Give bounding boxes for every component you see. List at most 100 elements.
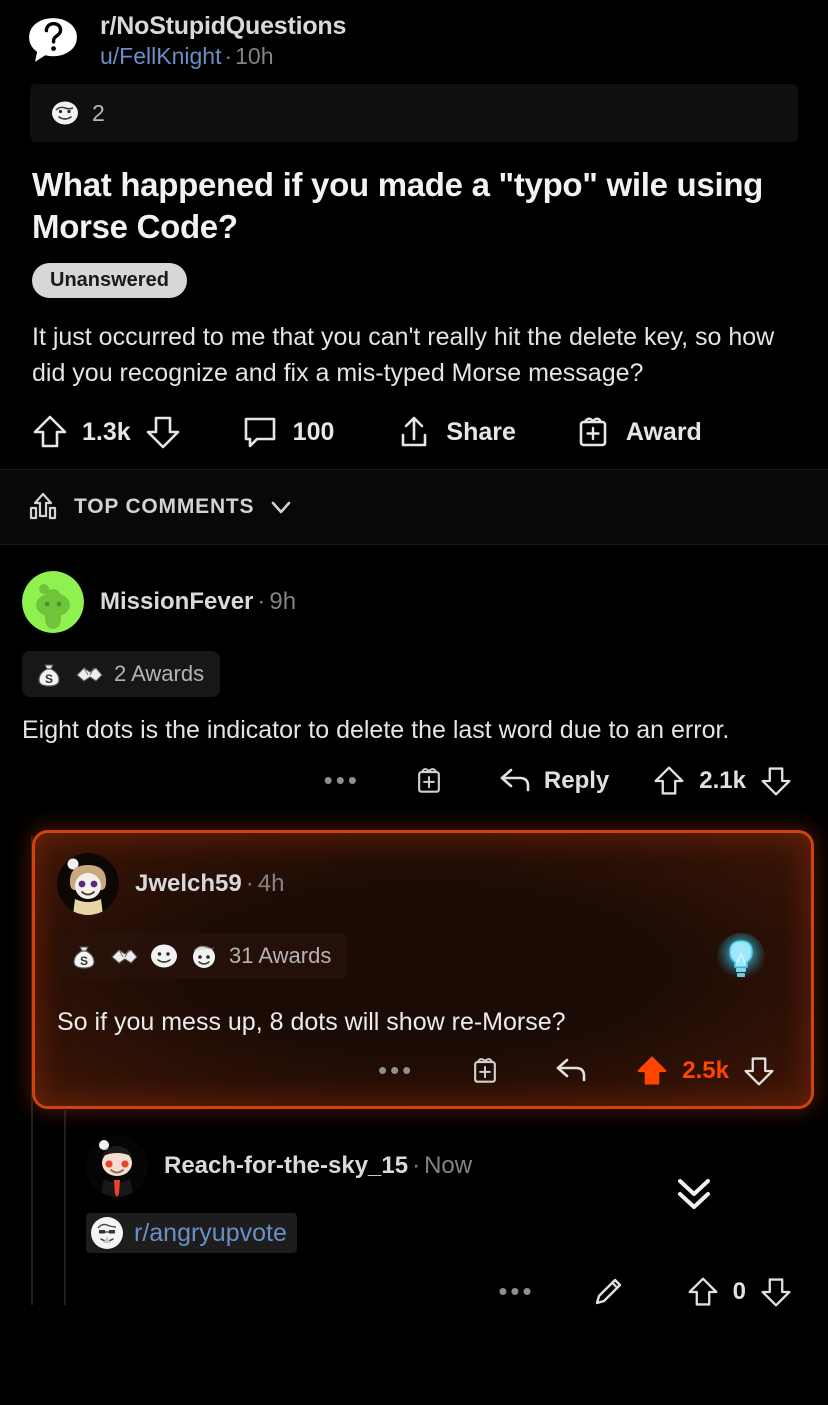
avatar[interactable]: [86, 1135, 148, 1198]
comment-author[interactable]: MissionFever: [100, 588, 253, 615]
post-award-label: Award: [625, 417, 702, 446]
comment-vote-group: 2.1k: [653, 764, 792, 798]
separator-dot: ·: [257, 588, 266, 616]
comment-jwelch59-wrapper: Jwelch59 · 4h S 31 Awards So if you mess…: [32, 830, 814, 1110]
subreddit-link[interactable]: r/angryupvote: [86, 1213, 297, 1254]
handshake-award-icon: [76, 667, 103, 682]
more-dots-icon[interactable]: •••: [324, 768, 360, 793]
question-speech-bubble-icon: [26, 15, 80, 67]
comment-score: 0: [732, 1278, 746, 1306]
pencil-edit-icon[interactable]: [591, 1275, 625, 1309]
separator-dot: ·: [412, 1152, 421, 1180]
comments-list: MissionFever · 9h S 2 Awards Eight dots is…: [0, 545, 828, 1309]
comment-action-bar: ••• Reply 2.1k: [22, 748, 828, 816]
comment-author-line: Jwelch59 · 4h: [135, 870, 284, 898]
comment-awards-pill[interactable]: S 2 Awards: [22, 651, 221, 698]
comment-body: Eight dots is the indicator to delete th…: [22, 716, 730, 745]
double-chevron-down-icon: [678, 1179, 710, 1210]
comment-header: Jwelch59 · 4h: [57, 853, 789, 916]
money-bag-award-icon: S: [38, 664, 60, 687]
post-author[interactable]: u/FellKnight: [100, 43, 221, 69]
sort-top-icon: [29, 493, 57, 520]
downvote-arrow-icon[interactable]: [743, 1054, 775, 1088]
award-gift-icon: [579, 417, 607, 447]
comment-action-bar: ••• 0: [86, 1255, 828, 1309]
handshake-award-icon: [111, 949, 138, 964]
post-title: What happened if you made a "typo" wile …: [32, 166, 764, 245]
sort-label: TOP COMMENTS: [74, 495, 255, 519]
chevron-down-icon: [272, 501, 291, 514]
reply-arrow-icon: [500, 768, 530, 792]
post-award-count: 2: [92, 99, 105, 126]
comment-timestamp: 4h: [257, 870, 285, 898]
comment-header: MissionFever · 9h: [22, 571, 828, 634]
comment-timestamp: 9h: [269, 588, 297, 616]
comment-missionfever: MissionFever · 9h S 2 Awards Eight dots is…: [0, 545, 828, 816]
svg-text:S: S: [45, 672, 53, 686]
comment-awards-count: 2 Awards: [114, 661, 205, 687]
downvote-arrow-icon[interactable]: [760, 1275, 792, 1309]
hooded-snoo-avatar: [57, 853, 119, 916]
helpful-award-icon: [193, 945, 215, 969]
post-timestamp: 10h: [235, 43, 274, 70]
post-score: 1.3k: [82, 417, 131, 446]
comment-bubble-icon: [244, 417, 275, 448]
post-header: r/NoStupidQuestions u/FellKnight · 10h: [0, 0, 828, 80]
upvote-arrow-icon[interactable]: [687, 1275, 719, 1309]
post-share-button[interactable]: Share: [396, 413, 516, 451]
comment-author[interactable]: Reach-for-the-sky_15: [164, 1152, 408, 1179]
downvote-arrow-icon[interactable]: [145, 413, 181, 451]
post-award-button[interactable]: Award: [574, 413, 702, 451]
avatar[interactable]: [22, 571, 84, 634]
comment-author-line: Reach-for-the-sky_15 · Now: [164, 1152, 472, 1180]
post-awards-strip[interactable]: 2: [30, 84, 798, 142]
upvote-arrow-icon[interactable]: [653, 764, 685, 798]
collapse-thread-button[interactable]: [668, 1167, 720, 1219]
suit-snoo-avatar: [86, 1135, 148, 1198]
share-icon: [402, 416, 427, 447]
svg-text:S: S: [80, 954, 88, 968]
post-flair[interactable]: Unanswered: [32, 263, 187, 299]
subreddit-name[interactable]: r/NoStupidQuestions: [100, 12, 346, 41]
subreddit-link-text: r/angryupvote: [134, 1218, 287, 1247]
post-comment-count: 100: [292, 417, 335, 446]
comment-score: 2.1k: [699, 767, 746, 795]
post-flair-row: Unanswered: [0, 247, 828, 299]
comment-author[interactable]: Jwelch59: [135, 870, 242, 897]
comment-jwelch59-highlighted[interactable]: Jwelch59 · 4h S 31 Awards So if you mess…: [32, 830, 814, 1110]
award-gift-icon[interactable]: [468, 1054, 502, 1088]
comment-action-bar: ••• 2.5k: [57, 1040, 789, 1094]
downvote-arrow-icon[interactable]: [760, 764, 792, 798]
award-gift-icon[interactable]: [412, 764, 446, 798]
post-share-label: Share: [446, 417, 516, 446]
post-author-line: u/FellKnight · 10h: [100, 43, 346, 69]
glowing-lightbulb-icon: [717, 933, 765, 982]
comment-author-line: MissionFever · 9h: [100, 588, 296, 616]
post-comment-group[interactable]: 100: [241, 413, 335, 451]
separator-dot: ·: [245, 870, 254, 898]
comment-score: 2.5k: [682, 1057, 729, 1085]
separator-dot: ·: [224, 43, 233, 70]
table-flip-award-icon: [151, 944, 177, 968]
avatar[interactable]: [57, 853, 119, 916]
more-dots-icon[interactable]: •••: [378, 1058, 414, 1083]
upvote-arrow-filled-icon[interactable]: [636, 1054, 668, 1088]
awards-and-badge-row: S 31 Awards: [57, 933, 789, 989]
post-vote-group: 1.3k: [32, 413, 181, 451]
comment-awards-count: 31 Awards: [229, 943, 332, 969]
comment-reach-for-the-sky: Reach-for-the-sky_15 · Now r/angryupvote…: [0, 1109, 828, 1309]
comment-sort-bar[interactable]: TOP COMMENTS: [0, 470, 828, 545]
money-bag-award-icon: S: [73, 946, 95, 969]
reply-label: Reply: [543, 767, 610, 795]
more-dots-icon[interactable]: •••: [498, 1279, 534, 1304]
comment-awards-pill[interactable]: S 31 Awards: [57, 933, 348, 980]
reply-arrow-icon[interactable]: [554, 1056, 588, 1086]
comment-timestamp: Now: [424, 1152, 473, 1180]
table-flip-award-icon: [52, 101, 78, 125]
subreddit-avatar[interactable]: [22, 10, 84, 72]
post-meta: r/NoStupidQuestions u/FellKnight · 10h: [100, 12, 346, 69]
reply-button[interactable]: Reply: [498, 766, 609, 796]
comment-body: So if you mess up, 8 dots will show re-M…: [57, 1008, 566, 1037]
upvote-arrow-icon[interactable]: [32, 413, 68, 451]
angryupvote-subreddit-icon: [90, 1216, 124, 1250]
